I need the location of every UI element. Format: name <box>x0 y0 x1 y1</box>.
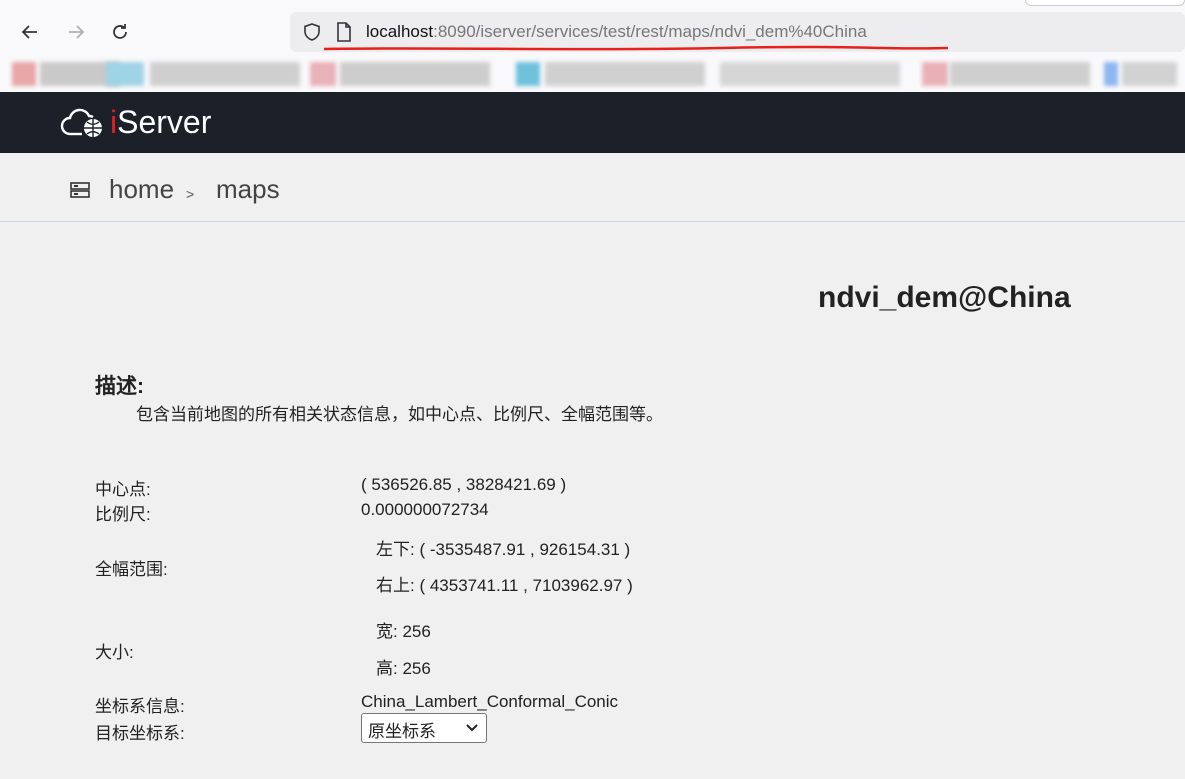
page-title: ndvi_dem@China <box>818 281 1071 314</box>
target-crs-selected: 原坐标系 <box>368 722 436 741</box>
chevron-down-icon <box>466 718 478 737</box>
browser-toolbar: localhost:8090/iserver/services/test/res… <box>0 0 1185 58</box>
blurred-bookmark <box>1122 62 1177 86</box>
browser-tab-edge <box>1025 0 1185 6</box>
scale-value: 0.000000072734 <box>361 500 489 519</box>
size-label: 大小: <box>95 643 134 662</box>
bounds-lower-left: 左下: ( -3535487.91 , 926154.31 ) <box>376 540 631 559</box>
description-text: 包含当前地图的所有相关状态信息，如中心点、比例尺、全幅范围等。 <box>136 405 663 424</box>
center-value: ( 536526.85 , 3828421.69 ) <box>361 475 567 494</box>
blurred-bookmark-icon <box>516 62 540 86</box>
bounds-label: 全幅范围: <box>95 560 168 579</box>
breadcrumb-separator: > <box>186 186 195 202</box>
app-header: iServer <box>0 92 1185 153</box>
blurred-bookmark-icon <box>1104 62 1118 86</box>
iserver-logo[interactable]: iServer <box>60 104 211 141</box>
back-arrow-icon[interactable] <box>16 18 44 46</box>
target-crs-label: 目标坐标系: <box>95 724 185 743</box>
url-path: :8090/iserver/services/test/rest/maps/nd… <box>433 22 867 41</box>
blurred-bookmark-icon <box>310 62 336 86</box>
bookmarks-bar <box>0 58 1185 92</box>
red-underline-annotation <box>323 45 949 51</box>
logo-text: iServer <box>110 104 211 141</box>
bounds-upper-right: 右上: ( 4353741.11 , 7103962.97 ) <box>376 576 633 595</box>
blurred-bookmark <box>340 62 490 86</box>
shield-icon[interactable] <box>302 22 322 42</box>
breadcrumb: home > maps <box>0 153 1185 222</box>
size-height: 高: 256 <box>376 659 431 678</box>
blurred-bookmark-icon <box>922 62 948 86</box>
url-host: localhost <box>366 22 434 41</box>
blurred-bookmark-icon <box>12 62 36 86</box>
cloud-globe-icon <box>60 108 102 137</box>
blurred-bookmark <box>950 62 1090 86</box>
forward-arrow-icon[interactable] <box>62 18 90 46</box>
blurred-bookmark-icon <box>106 62 144 86</box>
crs-value: China_Lambert_Conformal_Conic <box>361 692 619 711</box>
breadcrumb-home-link[interactable]: home <box>109 174 174 205</box>
server-icon <box>70 182 90 198</box>
target-crs-select[interactable]: 原坐标系 <box>361 713 487 743</box>
url-text[interactable]: localhost:8090/iserver/services/test/res… <box>366 22 867 42</box>
size-width: 宽: 256 <box>376 622 431 641</box>
page-icon <box>337 22 351 42</box>
logo-letters-server: Server <box>117 104 212 140</box>
blurred-bookmark <box>720 62 900 86</box>
reload-icon[interactable] <box>106 18 134 46</box>
center-label: 中心点: <box>95 480 151 499</box>
breadcrumb-maps-link[interactable]: maps <box>216 174 280 205</box>
crs-label: 坐标系信息: <box>95 697 185 716</box>
scale-label: 比例尺: <box>95 505 151 524</box>
blurred-bookmark <box>545 62 705 86</box>
description-heading: 描述: <box>95 375 144 398</box>
blurred-bookmark <box>150 62 300 86</box>
